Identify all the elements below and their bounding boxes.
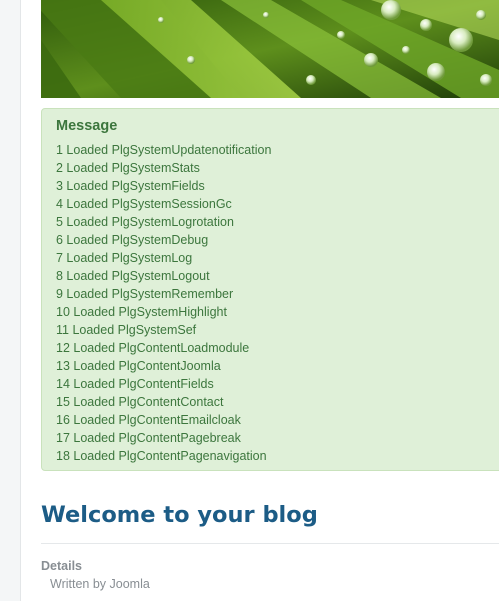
message-item: 11 Loaded PlgSystemSef [56, 323, 197, 337]
message-item: 7 Loaded PlgSystemLog [56, 251, 193, 265]
message-item: 2 Loaded PlgSystemStats [56, 161, 200, 175]
message-item: 6 Loaded PlgSystemDebug [56, 233, 209, 247]
message-item: 10 Loaded PlgSystemHighlight [56, 305, 227, 319]
message-item: 14 Loaded PlgContentFields [56, 377, 214, 391]
message-list: 1 Loaded PlgSystemUpdatenotification 2 L… [56, 141, 499, 465]
message-item: 12 Loaded PlgContentLoadmodule [56, 341, 250, 355]
message-item: 13 Loaded PlgContentJoomla [56, 359, 221, 373]
details-label: Details [41, 559, 82, 573]
author-info: Written by Joomla [50, 577, 150, 591]
message-item: 8 Loaded PlgSystemLogout [56, 269, 210, 283]
article-title[interactable]: Welcome to your blog [41, 500, 318, 530]
divider [41, 543, 499, 544]
message-item: 15 Loaded PlgContentContact [56, 395, 224, 409]
message-item: 3 Loaded PlgSystemFields [56, 179, 205, 193]
message-item: 16 Loaded PlgContentEmailcloak [56, 413, 241, 427]
message-item: 5 Loaded PlgSystemLogrotation [56, 215, 234, 229]
message-heading: Message [56, 118, 118, 134]
message-item: 9 Loaded PlgSystemRemember [56, 287, 234, 301]
message-alert: Message 1 Loaded PlgSystemUpdatenotifica… [41, 108, 499, 471]
left-gutter [0, 0, 20, 601]
page: Message 1 Loaded PlgSystemUpdatenotifica… [0, 0, 499, 601]
message-item: 18 Loaded PlgContentPagenavigation [56, 449, 267, 463]
message-item: 1 Loaded PlgSystemUpdatenotification [56, 143, 272, 157]
message-item: 4 Loaded PlgSystemSessionGc [56, 197, 232, 211]
banner-image [41, 0, 499, 98]
message-item: 17 Loaded PlgContentPagebreak [56, 431, 241, 445]
